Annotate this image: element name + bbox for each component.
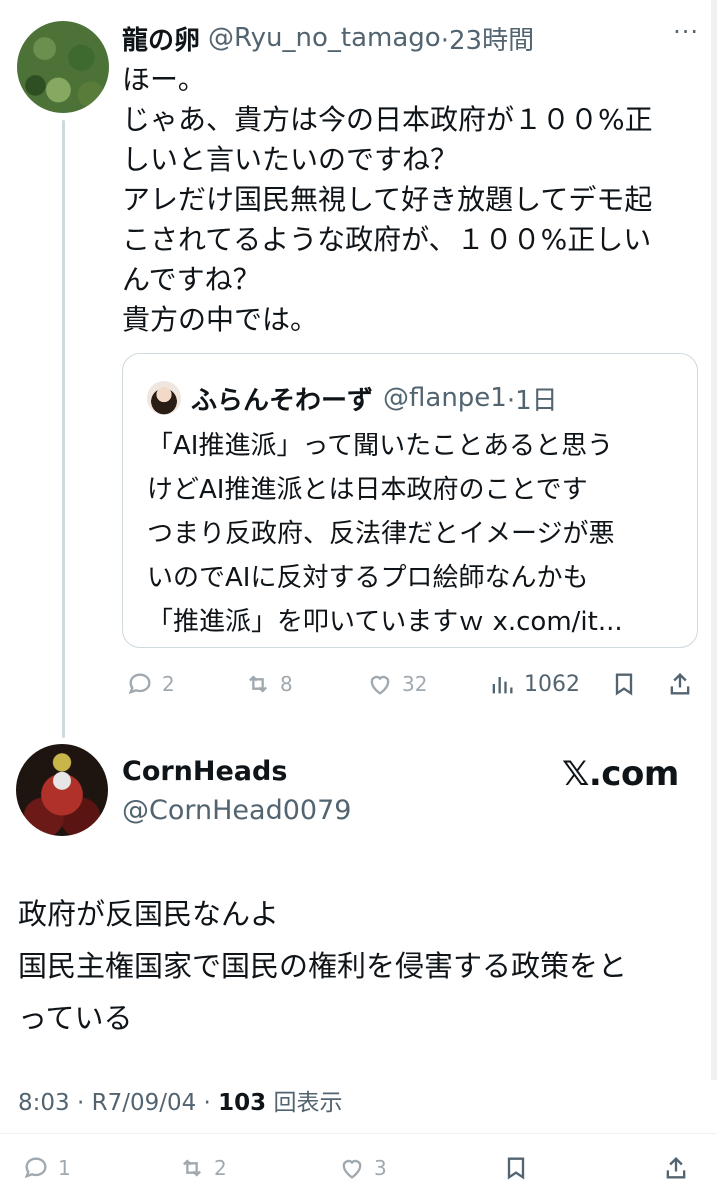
bookmark-button[interactable] bbox=[610, 662, 638, 706]
tweet-text-line: じゃあ、貴方は今の日本政府が１００%正 bbox=[122, 103, 653, 136]
author-name[interactable]: CornHeads bbox=[122, 756, 287, 787]
quoted-text-line: 「AI推進派」って聞いたことあると思う bbox=[147, 431, 614, 461]
bookmark-icon bbox=[507, 1157, 525, 1180]
avatar bbox=[147, 381, 181, 415]
bookmark-icon bbox=[615, 673, 633, 696]
tweet-text-line: 国民主権国家で国民の権利を侵害する政策をと bbox=[18, 949, 628, 983]
tweet-text-line: 政府が反国民なんよ bbox=[18, 897, 280, 931]
tweet-time[interactable]: ·23時間 bbox=[441, 20, 534, 57]
bar-chart-icon bbox=[492, 677, 513, 694]
thread-connector-line bbox=[62, 120, 65, 738]
heart-icon bbox=[342, 1159, 362, 1179]
quoted-text-line: 「推進派」を叩いていますｗ x.com/it... bbox=[147, 607, 623, 637]
scroll-edge bbox=[711, 0, 717, 1080]
like-button[interactable]: 3 bbox=[338, 1146, 387, 1190]
repost-button[interactable]: 2 bbox=[178, 1146, 227, 1190]
tweet-header: 龍の卵 @Ryu_no_tamago ·23時間 bbox=[122, 18, 702, 58]
tweet-meta: 8:03 · R7/09/04 · 103 回表示 bbox=[18, 1083, 343, 1117]
share-icon bbox=[666, 1157, 686, 1179]
like-count: 32 bbox=[402, 672, 428, 696]
tweet-time[interactable]: 8:03 bbox=[18, 1090, 70, 1116]
heart-icon bbox=[370, 675, 390, 695]
x-logo: 𝕏.com bbox=[562, 754, 679, 794]
tweet-date[interactable]: · R7/09/04 · bbox=[77, 1090, 211, 1116]
reply-icon bbox=[128, 673, 151, 695]
reply-button[interactable]: 2 bbox=[126, 662, 175, 706]
repost-icon bbox=[183, 1159, 201, 1177]
avatar[interactable] bbox=[17, 21, 109, 113]
tweet-text: ほー。 じゃあ、貴方は今の日本政府が１００%正 しいと言いたいのですね？ アレだ… bbox=[122, 60, 692, 340]
reply-count: 1 bbox=[58, 1156, 71, 1180]
view-count: 103 bbox=[218, 1090, 267, 1116]
bookmark-button[interactable] bbox=[502, 1146, 530, 1190]
quoted-tweet-card[interactable]: ふらんそわーず @flanpe1 ·1日 「AI推進派」って聞いたことあると思う… bbox=[122, 353, 698, 648]
quoted-tweet-time: ·1日 bbox=[506, 385, 558, 416]
avatar[interactable] bbox=[16, 744, 108, 836]
like-count: 3 bbox=[374, 1156, 387, 1180]
like-button[interactable]: 32 bbox=[366, 662, 427, 706]
views-button[interactable]: 1062 bbox=[488, 662, 580, 706]
quoted-tweet-header: ふらんそわーず @flanpe1 ·1日 bbox=[147, 378, 558, 418]
quoted-text-line: いのでAIに反対するプロ絵師なんかも bbox=[147, 563, 589, 593]
tweet-text-line: んですね？ bbox=[122, 263, 261, 296]
tweet-actions: 1 2 3 bbox=[18, 1146, 708, 1190]
tweet-text-line: 貴方の中では。 bbox=[122, 303, 319, 336]
share-button[interactable] bbox=[662, 1146, 690, 1190]
share-button[interactable] bbox=[666, 662, 694, 706]
quoted-text-line: けどAI推進派とは日本政府のことです bbox=[147, 475, 588, 505]
tweet-actions: 2 8 32 1062 bbox=[122, 662, 702, 706]
screenshot-page: 龍の卵 @Ryu_no_tamago ·23時間 ··· ほー。 じゃあ、貴方は… bbox=[0, 0, 717, 1191]
quoted-author-name: ふらんそわーず bbox=[191, 385, 374, 416]
views-label: 回表示 bbox=[273, 1090, 343, 1116]
quoted-tweet-text: 「AI推進派」って聞いたことあると思う けどAI推進派とは日本政府のことです つ… bbox=[147, 424, 687, 644]
tweet-text-line: ほー。 bbox=[122, 63, 206, 96]
tweet-text-line: こされてるような政府が、１００%正しい bbox=[122, 223, 652, 256]
repost-count: 2 bbox=[214, 1156, 227, 1180]
more-horizontal-icon[interactable]: ··· bbox=[673, 18, 699, 46]
reply-count: 2 bbox=[162, 672, 175, 696]
tweet-text-line: っている bbox=[18, 1001, 133, 1035]
share-icon bbox=[670, 673, 690, 695]
author-handle[interactable]: @CornHead0079 bbox=[122, 795, 351, 826]
reply-icon bbox=[24, 1157, 47, 1179]
divider bbox=[0, 1133, 717, 1134]
author-name[interactable]: 龍の卵 bbox=[122, 20, 200, 57]
tweet-text-line: アレだけ国民無視して好き放題してデモ起 bbox=[122, 183, 653, 216]
author-handle[interactable]: @Ryu_no_tamago bbox=[208, 23, 441, 53]
quoted-text-line: つまり反政府、反法律だとイメージが悪 bbox=[147, 519, 615, 549]
tweet-text-line: しいと言いたいのですね？ bbox=[122, 143, 459, 176]
repost-button[interactable]: 8 bbox=[244, 662, 293, 706]
quoted-author-handle: @flanpe1 bbox=[383, 383, 507, 413]
repost-count: 8 bbox=[280, 672, 293, 696]
view-count: 1062 bbox=[524, 671, 580, 697]
reply-button[interactable]: 1 bbox=[22, 1146, 71, 1190]
tweet-text: 政府が反国民なんよ 国民主権国家で国民の権利を侵害する政策をと っている bbox=[18, 888, 708, 1044]
repost-icon bbox=[249, 675, 267, 693]
